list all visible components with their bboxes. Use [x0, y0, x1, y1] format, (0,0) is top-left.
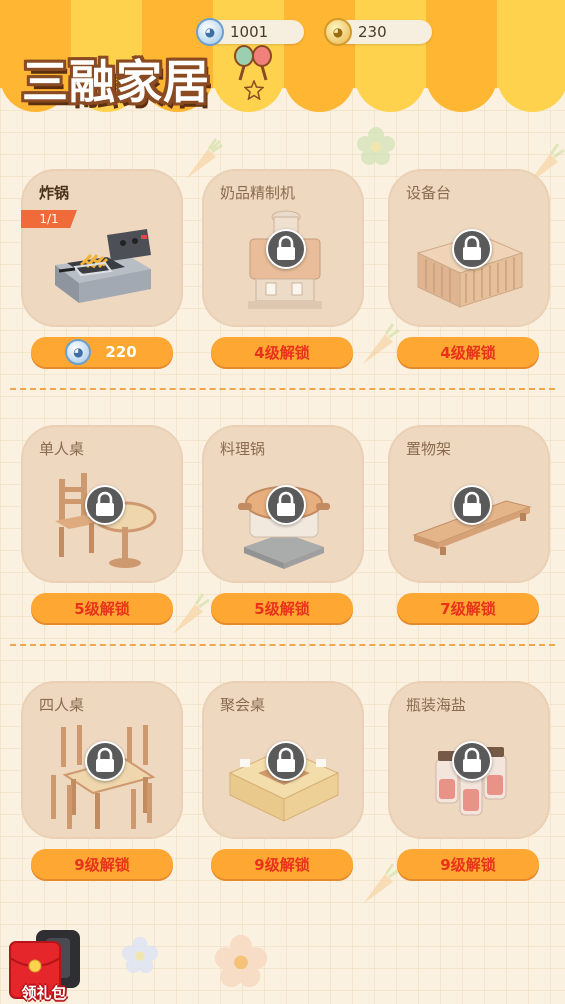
- item-name: 瓶装海盐: [406, 696, 467, 714]
- item-card-equipment-counter[interactable]: 设备台: [388, 169, 550, 327]
- lock-icon: [85, 485, 125, 525]
- item-name: 奶品精制机: [220, 184, 296, 202]
- silver-coin-icon: ◕: [196, 18, 224, 46]
- flower-decoration-icon: [214, 934, 268, 988]
- item-card-espresso-machine[interactable]: 奶品精制机: [202, 169, 364, 327]
- game-title: 三融家居: [22, 55, 210, 109]
- gold-currency-value: 230: [358, 23, 387, 41]
- unlock-requirement-button[interactable]: 4级解锁: [211, 337, 353, 367]
- gift-package-button[interactable]: 领礼包: [6, 928, 82, 1004]
- item-card-single-table[interactable]: 单人桌: [21, 425, 183, 583]
- unlock-requirement-button[interactable]: 7级解锁: [397, 593, 539, 623]
- item-name: 置物架: [406, 440, 452, 458]
- lock-icon: [452, 229, 492, 269]
- item-name: 设备台: [406, 184, 452, 202]
- unlock-requirement-button[interactable]: 5级解锁: [211, 593, 353, 623]
- item-card-four-person-table[interactable]: 四人桌: [21, 681, 183, 839]
- carrot-decoration-icon: [173, 593, 210, 634]
- lock-icon: [452, 485, 492, 525]
- unlock-requirement-button[interactable]: 5级解锁: [31, 593, 173, 623]
- star-icon: [244, 80, 264, 100]
- unlock-requirement-button[interactable]: 4级解锁: [397, 337, 539, 367]
- flower-decoration-icon: [121, 936, 159, 974]
- item-card-cooking-pot[interactable]: 料理锅: [202, 425, 364, 583]
- lock-icon: [266, 229, 306, 269]
- maracas-icon: [234, 45, 272, 81]
- item-name: 聚会桌: [220, 696, 266, 714]
- row-divider: [10, 388, 555, 390]
- item-card-party-table[interactable]: 聚会桌: [202, 681, 364, 839]
- carrot-decoration-icon: [363, 323, 400, 364]
- price-label: 220: [105, 343, 137, 361]
- buy-fryer-button[interactable]: ◕ 220: [31, 337, 173, 367]
- silver-coin-icon: ◕: [65, 339, 92, 365]
- flower-decoration-icon: [357, 127, 395, 165]
- lock-icon: [452, 741, 492, 781]
- item-name: 料理锅: [220, 440, 266, 458]
- item-card-shelf[interactable]: 置物架: [388, 425, 550, 583]
- game-logo: 三融家居: [12, 44, 274, 112]
- unlock-requirement-button[interactable]: 9级解锁: [211, 849, 353, 879]
- item-card-bottled-sea-salt[interactable]: 瓶装海盐: [388, 681, 550, 839]
- silver-currency-value: 1001: [230, 23, 269, 41]
- item-name: 炸锅: [39, 184, 70, 202]
- item-name: 单人桌: [39, 440, 85, 458]
- fryer-icon: [55, 229, 151, 303]
- unlock-requirement-button[interactable]: 9级解锁: [397, 849, 539, 879]
- lock-icon: [266, 741, 306, 781]
- row-divider: [10, 644, 555, 646]
- gift-package-label: 领礼包: [21, 984, 67, 1002]
- item-name: 四人桌: [39, 696, 85, 714]
- lock-icon: [85, 741, 125, 781]
- silver-currency-display: ◕ 1001: [196, 18, 304, 46]
- item-card-fryer[interactable]: 炸锅 1/1: [21, 169, 183, 327]
- gold-currency-display: ◕ 230: [324, 18, 432, 46]
- gold-coin-icon: ◕: [324, 18, 352, 46]
- unlock-requirement-button[interactable]: 9级解锁: [31, 849, 173, 879]
- carrot-decoration-icon: [363, 863, 400, 904]
- lock-icon: [266, 485, 306, 525]
